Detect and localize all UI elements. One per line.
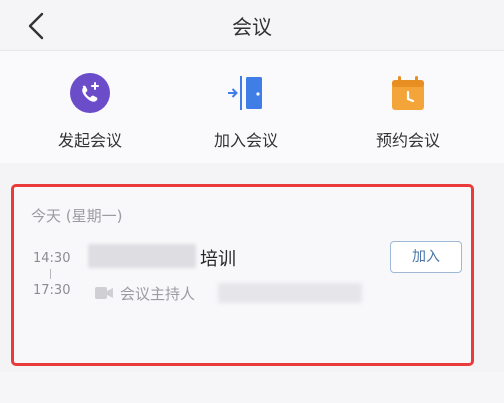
- redacted-host-name: [218, 283, 362, 303]
- schedule-meeting-button[interactable]: 预约会议: [338, 71, 478, 151]
- door-enter-icon: [228, 76, 262, 110]
- join-button[interactable]: 加入: [390, 241, 462, 273]
- quick-actions: 发起会议 加入会议 预约会议: [0, 51, 504, 163]
- host-label: 会议主持人: [120, 285, 196, 303]
- video-camera-icon: [95, 287, 113, 299]
- start-meeting-button[interactable]: 发起会议: [20, 71, 160, 151]
- join-meeting-button[interactable]: 加入会议: [176, 71, 316, 151]
- bottom-area: [0, 372, 504, 403]
- calendar-icon: [392, 76, 424, 110]
- schedule-meeting-label: 预约会议: [375, 131, 440, 150]
- meeting-name[interactable]: 培训: [200, 245, 236, 271]
- start-time: 14:30: [33, 251, 71, 266]
- day-title: 今天 (星期一): [31, 207, 123, 225]
- redacted-meeting-name: [88, 244, 196, 268]
- join-meeting-label: 加入会议: [213, 131, 278, 150]
- time-connector: [50, 269, 51, 279]
- top-bar: 会议: [0, 0, 504, 51]
- phone-plus-icon: [70, 73, 110, 113]
- today-meetings-card: 今天 (星期一) 14:30 17:30 培训 会议主持人 加入: [11, 184, 474, 366]
- page-title: 会议: [232, 15, 272, 39]
- end-time: 17:30: [33, 283, 71, 298]
- start-meeting-label: 发起会议: [57, 131, 122, 150]
